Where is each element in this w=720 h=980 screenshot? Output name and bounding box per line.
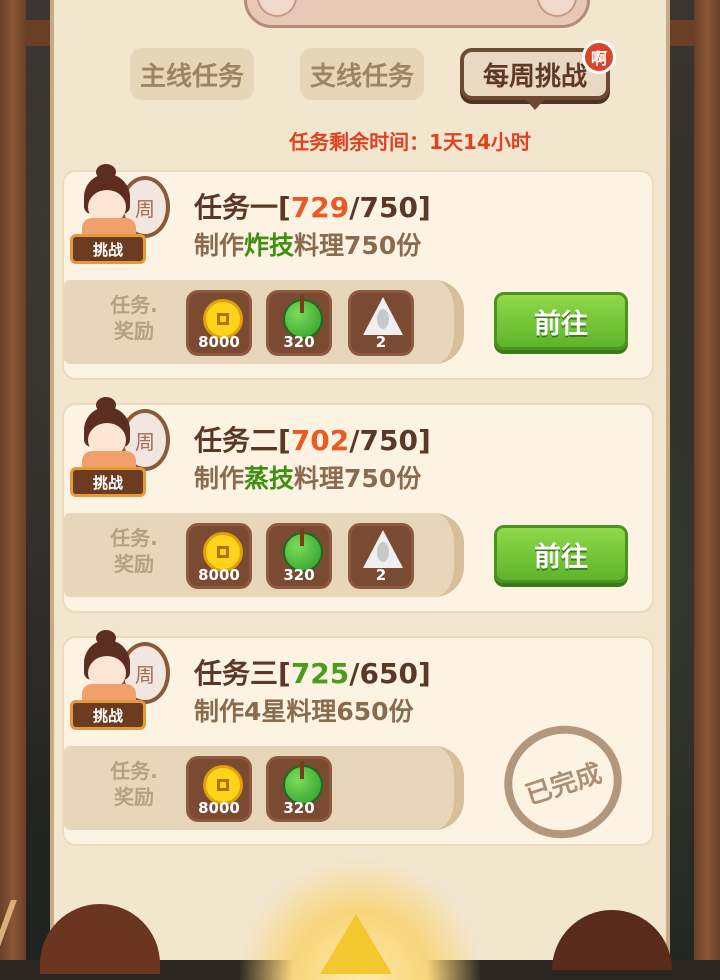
challenge-tag: 挑战 [70, 234, 146, 264]
reward-gold-coin[interactable]: 8000 [186, 290, 252, 356]
tab-main-quest[interactable]: 主线任务 [130, 48, 254, 100]
task-title: 任务二[702/750] [194, 424, 431, 457]
reward-jade-orb[interactable]: 320 [266, 290, 332, 356]
reward-gold-coin[interactable]: 8000 [186, 756, 252, 822]
progress-current: 725 [290, 657, 350, 690]
tab-pointer-arrow [526, 100, 544, 110]
reward-rice-dumpling[interactable]: 2 [348, 523, 414, 589]
task-card-2: 周 挑战 任务二[702/750] 制作蒸技料理750份 任务. 奖励 8000 … [62, 397, 654, 613]
reward-jade-orb[interactable]: 320 [266, 756, 332, 822]
reward-scroll: 任务. 奖励 8000 320 2 [64, 280, 464, 364]
reward-gold-coin[interactable]: 8000 [186, 523, 252, 589]
reward-jade-orb[interactable]: 320 [266, 523, 332, 589]
task-description: 制作蒸技料理750份 [194, 464, 422, 493]
challenge-tag: 挑战 [70, 467, 146, 497]
gold-rice-dumpling-icon[interactable] [320, 914, 392, 974]
task-description: 制作4星料理650份 [194, 697, 414, 726]
reward-label: 任务. 奖励 [110, 759, 158, 809]
progress-current: 729 [290, 191, 350, 224]
task-card-1: 周 挑战 任务一[729/750] 制作炸技料理750份 任务. 奖励 8000 … [62, 164, 654, 380]
challenge-avatar: 周 挑战 [70, 397, 174, 501]
notification-badge: 啊 [582, 40, 616, 74]
reward-scroll: 任务. 奖励 8000 320 [64, 746, 464, 830]
completed-stamp: 已完成 [489, 710, 637, 854]
task-title: 任务三[725/650] [194, 657, 431, 690]
reward-scroll: 任务. 奖励 8000 320 2 [64, 513, 464, 597]
rice-dumpling-icon [363, 297, 403, 335]
tab-label: 支线任务 [309, 61, 414, 92]
go-button[interactable]: 前往 [494, 525, 628, 583]
challenge-tag: 挑战 [70, 700, 146, 730]
time-remaining: 任务剩余时间：1天14小时 [289, 130, 531, 154]
challenge-avatar: 周 挑战 [70, 630, 174, 734]
tab-weekly-challenge[interactable]: 每周挑战 啊 [460, 40, 616, 110]
challenge-avatar: 周 挑战 [70, 164, 174, 268]
go-button[interactable]: 前往 [494, 292, 628, 350]
left-scroll-rod [0, 0, 26, 960]
task-title: 任务一[729/750] [194, 191, 431, 224]
progress-current: 702 [290, 424, 350, 457]
reward-label: 任务. 奖励 [110, 526, 158, 576]
rice-dumpling-icon [363, 530, 403, 568]
tab-side-quest[interactable]: 支线任务 [300, 48, 424, 100]
tab-label: 主线任务 [139, 61, 244, 92]
reward-label: 任务. 奖励 [110, 293, 158, 343]
reward-rice-dumpling[interactable]: 2 [348, 290, 414, 356]
task-card-3: 周 挑战 任务三[725/650] 制作4星料理650份 任务. 奖励 8000 … [62, 630, 654, 854]
task-description: 制作炸技料理750份 [194, 231, 422, 260]
panel-title-decoration [244, 0, 590, 28]
tab-label: 每周挑战 [482, 61, 587, 92]
